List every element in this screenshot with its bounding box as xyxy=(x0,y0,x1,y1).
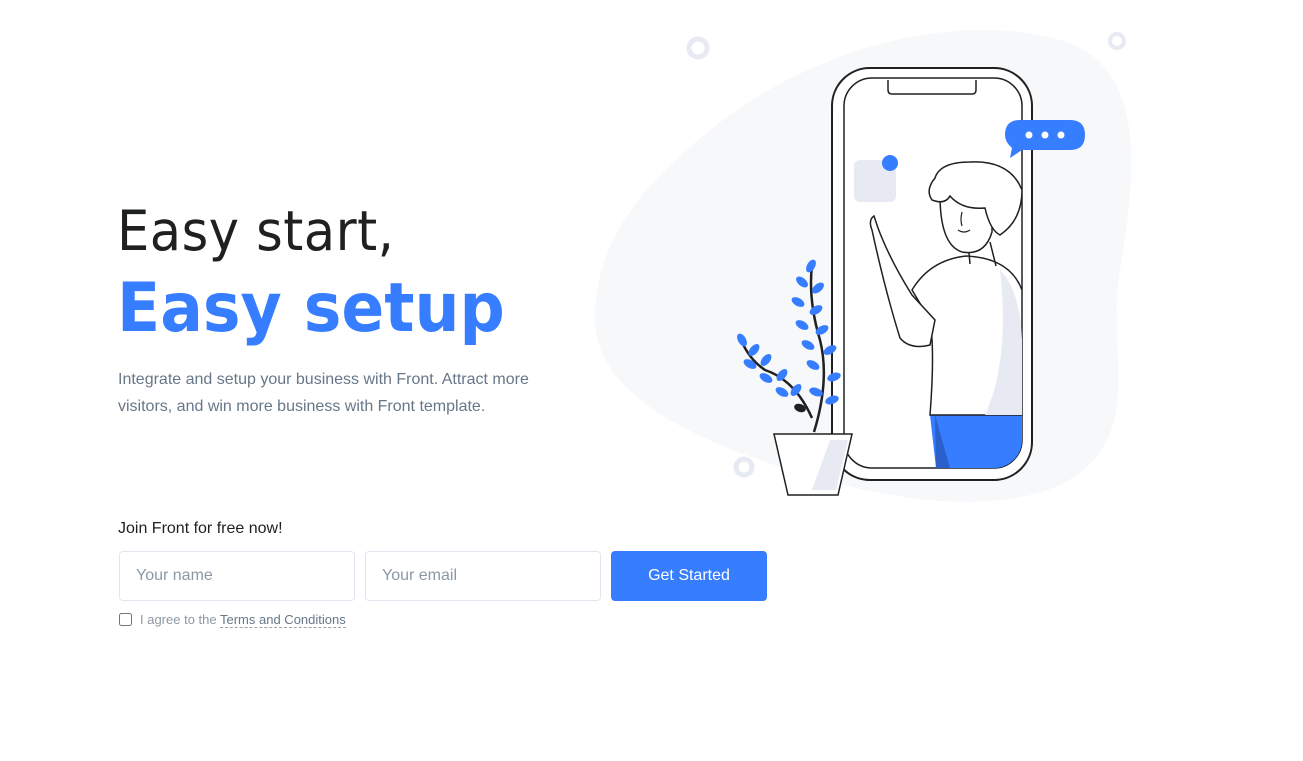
signup-form: Get Started xyxy=(119,551,767,601)
email-input[interactable] xyxy=(365,551,601,601)
landing-page: Easy start, Easy setup Integrate and set… xyxy=(0,0,1303,761)
join-label: Join Front for free now! xyxy=(118,520,283,537)
hero-title-line1: Easy start, xyxy=(117,199,395,263)
get-started-button[interactable]: Get Started xyxy=(611,551,767,601)
terms-agreement: I agree to the Terms and Conditions xyxy=(119,612,346,628)
terms-prefix: I agree to the xyxy=(140,612,220,627)
terms-checkbox[interactable] xyxy=(119,613,132,626)
terms-label: I agree to the Terms and Conditions xyxy=(140,612,346,628)
terms-link[interactable]: Terms and Conditions xyxy=(220,612,346,628)
person-in-phone-illustration xyxy=(594,30,1132,502)
hero-description: Integrate and setup your business with F… xyxy=(118,371,529,415)
hero-title-line2: Easy setup xyxy=(117,269,505,348)
name-input[interactable] xyxy=(119,551,355,601)
